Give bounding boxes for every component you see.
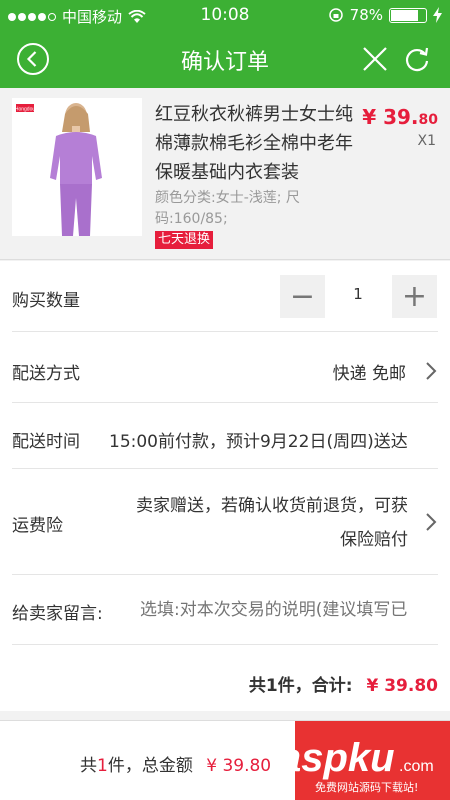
close-button[interactable] bbox=[356, 40, 394, 78]
watermark-logo: aspku .com 免费网站源码下载站! bbox=[279, 736, 434, 794]
battery-percentage: 78% bbox=[349, 6, 383, 24]
decrease-quantity-button[interactable]: − bbox=[280, 275, 325, 318]
chevron-right-icon bbox=[426, 362, 437, 380]
refresh-button[interactable] bbox=[398, 40, 436, 78]
order-summary: 共1件，合计: ¥ 39.80 bbox=[249, 671, 438, 696]
battery-icon bbox=[389, 7, 427, 23]
shipping-insurance-row[interactable]: 运费险 卖家赠送，若确认收货前退货，可获 保险赔付 bbox=[0, 469, 450, 575]
bottom-summary: 共1件，总金额 ¥ 39.80 bbox=[80, 751, 271, 776]
shipping-insurance-label: 运费险 bbox=[12, 516, 63, 536]
seller-message-input[interactable] bbox=[140, 594, 440, 626]
shipping-insurance-line1: 卖家赠送，若确认收货前退货，可获 bbox=[136, 496, 408, 516]
product-image: Hongdou bbox=[12, 98, 142, 236]
close-icon bbox=[363, 47, 387, 71]
delivery-time-label: 配送时间 bbox=[12, 432, 80, 452]
bottom-bar: 共1件，总金额 ¥ 39.80 aspku .com 免费网站源码下载站! bbox=[0, 720, 450, 800]
product-name: 红豆秋衣秋裤男士女士纯棉薄款棉毛衫全棉中老年保暖基础内衣套装 bbox=[155, 104, 353, 183]
delivery-time-row: 配送时间 15:00前付款，预计9月22日(周四)送达 bbox=[0, 403, 450, 469]
price-cents: 80 bbox=[418, 112, 438, 128]
brand-logo: Hongdou bbox=[15, 107, 36, 113]
product-card[interactable]: Hongdou 红豆秋衣秋裤男士女士纯棉薄款棉毛衫全棉中老年保暖基础内衣套装 颜… bbox=[0, 88, 450, 260]
delivery-method-label: 配送方式 bbox=[12, 364, 80, 384]
product-spec: 颜色分类:女士-浅莲; 尺码:160/85; bbox=[155, 190, 300, 227]
bottom-summary-suffix: 件，总金额 bbox=[107, 756, 193, 776]
quantity-row: 购买数量 − 1 + bbox=[0, 261, 450, 332]
nav-bar: 确认订单 bbox=[0, 30, 450, 88]
watermark-text: aspku bbox=[279, 736, 395, 780]
product-price: ¥ 39.80 bbox=[362, 105, 438, 129]
bottom-item-count: 1 bbox=[97, 756, 108, 776]
summary-total: ¥ 39.80 bbox=[366, 676, 438, 696]
order-summary-row: 共1件，合计: ¥ 39.80 bbox=[0, 645, 450, 711]
charging-icon bbox=[433, 7, 442, 23]
delivery-method-value: 快递 免邮 bbox=[332, 364, 406, 384]
bottom-total: ¥ 39.80 bbox=[206, 756, 272, 776]
increase-quantity-button[interactable]: + bbox=[392, 275, 437, 318]
price-main: ¥ 39. bbox=[362, 105, 419, 129]
return-policy-badge: 七天退换 bbox=[155, 231, 214, 249]
refresh-icon bbox=[405, 47, 429, 72]
shipping-insurance-line2: 保险赔付 bbox=[340, 530, 408, 550]
seller-message-row: 给卖家留言: bbox=[0, 575, 450, 645]
orientation-lock-icon bbox=[328, 8, 343, 22]
bottom-summary-prefix: 共 bbox=[80, 756, 97, 776]
status-bar: 中国移动 10:08 78% bbox=[0, 0, 450, 30]
delivery-time-value: 15:00前付款，预计9月22日(周四)送达 bbox=[109, 432, 408, 452]
watermark-tld: .com bbox=[399, 758, 434, 775]
quantity-label: 购买数量 bbox=[12, 291, 80, 311]
summary-count-text: 共1件，合计: bbox=[248, 676, 353, 696]
watermark-subtext: 免费网站源码下载站! bbox=[315, 780, 418, 794]
quantity-value[interactable]: 1 bbox=[330, 285, 386, 303]
product-quantity: X1 bbox=[417, 133, 437, 149]
chevron-right-icon bbox=[426, 513, 437, 531]
seller-message-label: 给卖家留言: bbox=[12, 604, 103, 624]
delivery-method-row[interactable]: 配送方式 快递 免邮 bbox=[0, 332, 450, 403]
shipping-insurance-text: 卖家赠送，若确认收货前退货，可获 保险赔付 bbox=[78, 489, 408, 557]
